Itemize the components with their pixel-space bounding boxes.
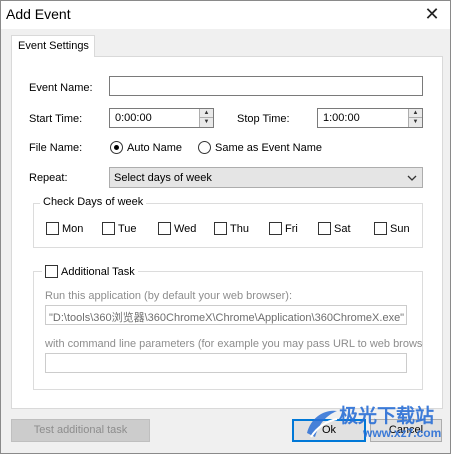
stop-time-spinner: ▲ ▼ [408,109,422,127]
run-app-input[interactable]: "D:\tools\360浏览器\360ChromeX\Chrome\Appli… [45,305,407,325]
day-label-thu[interactable]: Thu [230,223,249,235]
chevron-down-icon [407,175,417,181]
day-label-sat[interactable]: Sat [334,223,351,235]
radio-selected-dot [114,145,119,150]
cancel-button[interactable]: Cancel [370,419,442,442]
repeat-value: Select days of week [114,172,212,184]
spin-up-icon[interactable]: ▲ [409,109,422,118]
checkbox-thu[interactable] [214,222,227,235]
checkbox-sat[interactable] [318,222,331,235]
days-group-title: Check Days of week [40,196,147,208]
add-event-dialog: Add Event ✕ Event Settings Event Name: S… [0,0,451,454]
stop-time-value: 1:00:00 [323,112,360,124]
close-icon[interactable]: ✕ [418,3,446,27]
file-name-label: File Name: [29,142,83,154]
same-as-event-name-label[interactable]: Same as Event Name [215,142,322,154]
tab-event-settings[interactable]: Event Settings [11,35,95,57]
spin-up-icon[interactable]: ▲ [200,109,213,118]
params-input[interactable] [45,353,407,373]
params-label: with command line parameters (for exampl… [45,338,423,350]
title-bar: Add Event ✕ [1,1,450,29]
checkbox-mon[interactable] [46,222,59,235]
day-label-tue[interactable]: Tue [118,223,137,235]
window-title: Add Event [6,6,71,22]
same-as-event-name-radio[interactable] [198,141,211,154]
tab-label: Event Settings [18,40,89,52]
repeat-select[interactable]: Select days of week [109,167,423,188]
spin-down-icon[interactable]: ▼ [200,118,213,127]
days-of-week-group [33,203,423,248]
start-time-spinner: ▲ ▼ [199,109,213,127]
day-label-mon[interactable]: Mon [62,223,83,235]
start-time-value: 0:00:00 [115,112,152,124]
run-app-label: Run this application (by default your we… [45,290,293,302]
auto-name-radio[interactable] [110,141,123,154]
start-time-label: Start Time: [29,113,83,125]
auto-name-label[interactable]: Auto Name [127,142,182,154]
checkbox-tue[interactable] [102,222,115,235]
checkbox-wed[interactable] [158,222,171,235]
event-name-label: Event Name: [29,82,93,94]
repeat-label: Repeat: [29,172,68,184]
checkbox-fri[interactable] [269,222,282,235]
additional-task-label[interactable]: Additional Task [61,266,135,278]
stop-time-input[interactable]: 1:00:00 ▲ ▼ [317,108,423,128]
run-app-value: "D:\tools\360浏览器\360ChromeX\Chrome\Appli… [49,312,405,324]
test-additional-task-button[interactable]: Test additional task [11,419,150,442]
event-name-input[interactable] [109,76,423,96]
stop-time-label: Stop Time: [237,113,290,125]
checkbox-sun[interactable] [374,222,387,235]
day-label-wed[interactable]: Wed [174,223,196,235]
additional-task-checkbox[interactable] [45,265,58,278]
ok-button[interactable]: Ok [292,419,366,442]
day-label-sun[interactable]: Sun [390,223,410,235]
spin-down-icon[interactable]: ▼ [409,118,422,127]
day-label-fri[interactable]: Fri [285,223,298,235]
start-time-input[interactable]: 0:00:00 ▲ ▼ [109,108,214,128]
